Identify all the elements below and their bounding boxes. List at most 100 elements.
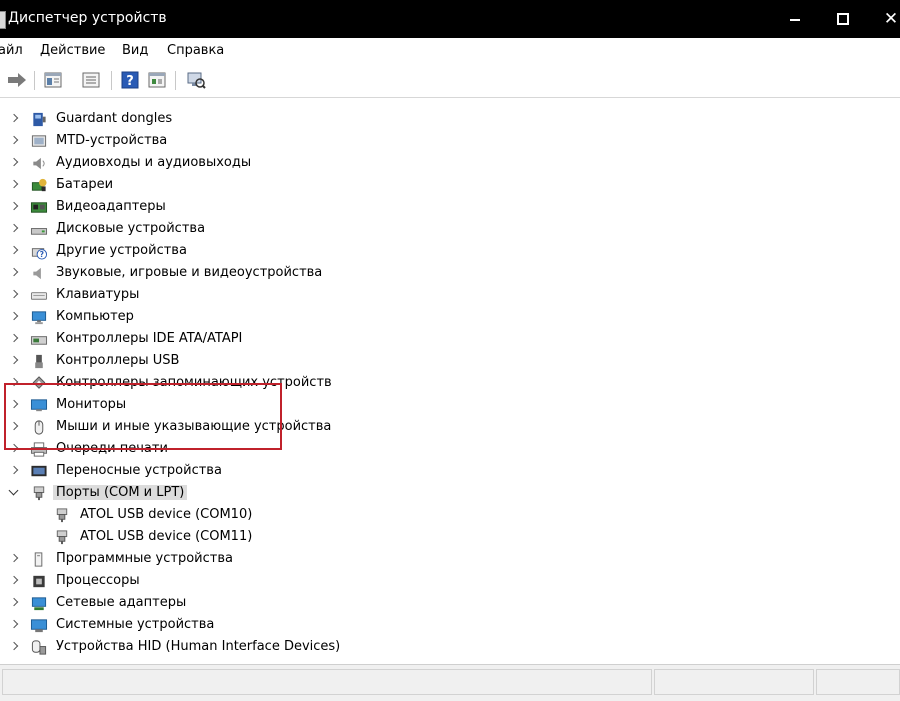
chevron-down-icon[interactable] [9,488,19,498]
svg-text:?: ? [126,74,134,89]
tree-category-item[interactable]: Контроллеры USB [0,350,900,372]
tree-item-label: Контроллеры IDE ATA/ATAPI [56,331,243,346]
port-icon [56,508,68,523]
title-bar: Диспетчер устройств ✕ [0,0,900,38]
tree-category-item[interactable]: Устройства HID (Human Interface Devices) [0,636,900,658]
unknown-device-icon: ? [31,248,48,260]
tree-item-label: MTD-устройства [56,133,168,148]
update-driver-button[interactable] [81,70,101,90]
tree-category-item[interactable]: Процессоры [0,570,900,592]
tree-category-item[interactable]: Клавиатуры [0,284,900,306]
tree-item-label: Системные устройства [56,617,215,632]
tree-category-item[interactable]: Компьютер [0,306,900,328]
portable-device-icon [31,465,47,477]
chevron-right-icon[interactable] [9,136,19,146]
show-hidden-icon [148,72,166,88]
minimize-button[interactable] [772,0,818,38]
menu-help[interactable]: Справка [167,43,224,58]
tree-category-item[interactable]: Порты (COM и LPT) [0,482,900,504]
close-button[interactable]: ✕ [868,0,900,38]
menu-bar: айл Действие Вид Справка [0,38,900,63]
tree-category-item[interactable]: Аудиовходы и аудиовыходы [0,152,900,174]
tree-item-label: Сетевые адаптеры [56,595,187,610]
chevron-right-icon[interactable] [9,158,19,168]
forward-button[interactable] [7,70,27,90]
system-device-icon [30,619,48,633]
chevron-right-icon[interactable] [9,356,19,366]
chevron-right-icon[interactable] [9,598,19,608]
chevron-right-icon[interactable] [9,554,19,564]
tree-category-item[interactable]: Сетевые адаптеры [0,592,900,614]
chevron-right-icon[interactable] [9,114,19,124]
processor-icon [33,575,45,588]
menu-view[interactable]: Вид [122,43,148,58]
ide-controller-icon [30,336,48,345]
tree-child-item[interactable]: ATOL USB device (COM11) [0,526,900,548]
status-segment [654,669,814,695]
window-title: Диспетчер устройств [8,10,167,26]
menu-action[interactable]: Действие [40,43,105,58]
close-icon: ✕ [883,8,899,29]
tree-category-item[interactable]: Guardant dongles [0,108,900,130]
chevron-right-icon[interactable] [9,246,19,256]
chevron-right-icon[interactable] [9,202,19,212]
tree-item-label: Другие устройства [56,243,187,258]
tree-item-label: Звуковые, игровые и видеоустройства [56,265,323,280]
chevron-right-icon[interactable] [9,576,19,586]
video-adapter-icon [30,202,48,213]
tree-category-item[interactable]: Контроллеры IDE ATA/ATAPI [0,328,900,350]
chevron-right-icon[interactable] [9,620,19,630]
tree-item-label: Видеоадаптеры [56,199,166,214]
properties-button[interactable] [43,70,63,90]
tree-category-item[interactable]: ? Другие устройства [0,240,900,262]
tree-category-item[interactable]: Батареи [0,174,900,196]
tree-item-label: Дисковые устройства [56,221,206,236]
svg-text:?: ? [40,250,44,259]
tree-category-item[interactable]: MTD-устройства [0,130,900,152]
tree-category-item[interactable]: Дисковые устройства [0,218,900,240]
minimize-icon [790,19,800,21]
scan-hardware-icon [187,72,206,89]
chevron-right-icon[interactable] [9,334,19,344]
chevron-right-icon[interactable] [9,268,19,278]
keyboard-icon [30,292,48,300]
device-tree: Guardant dongles MTD-устройства Аудиовходы… [0,98,900,664]
tree-item-label: Устройства HID (Human Interface Devices) [56,639,341,654]
show-hidden-button[interactable] [147,70,167,90]
tree-item-label: Процессоры [56,573,140,588]
tree-category-item[interactable]: Звуковые, игровые и видеоустройства [0,262,900,284]
help-button[interactable]: ? [120,70,140,90]
tree-category-item[interactable]: Переносные устройства [0,460,900,482]
update-driver-icon [82,72,100,88]
tree-item-label: Компьютер [56,309,134,324]
chevron-right-icon[interactable] [9,180,19,190]
toolbar: ? [0,63,900,98]
highlight-box [4,383,282,450]
dongle-icon [33,112,46,127]
disk-drive-icon [30,228,48,235]
toolbar-separator [111,71,112,90]
help-icon: ? [121,71,139,89]
network-adapter-icon [31,597,47,611]
tree-category-item[interactable]: Видеоадаптеры [0,196,900,218]
chevron-right-icon[interactable] [9,642,19,652]
chevron-right-icon[interactable] [9,290,19,300]
status-segment [816,669,900,695]
chevron-right-icon[interactable] [9,466,19,476]
tree-item-label: Контроллеры USB [56,353,180,368]
speaker-icon [33,157,45,170]
forward-arrow-icon [8,73,26,87]
maximize-icon [837,13,849,25]
maximize-button[interactable] [820,0,866,38]
tree-category-item[interactable]: Системные устройства [0,614,900,636]
tree-child-item[interactable]: ATOL USB device (COM10) [0,504,900,526]
tree-item-label: Программные устройства [56,551,233,566]
chevron-right-icon[interactable] [9,224,19,234]
chevron-right-icon[interactable] [9,312,19,322]
scan-hardware-button[interactable] [186,70,206,90]
tree-category-item[interactable]: Программные устройства [0,548,900,570]
menu-file[interactable]: айл [0,43,23,58]
tree-item-label: Порты (COM и LPT) [53,485,188,500]
mtd-device-icon [31,135,47,147]
toolbar-separator [175,71,176,90]
